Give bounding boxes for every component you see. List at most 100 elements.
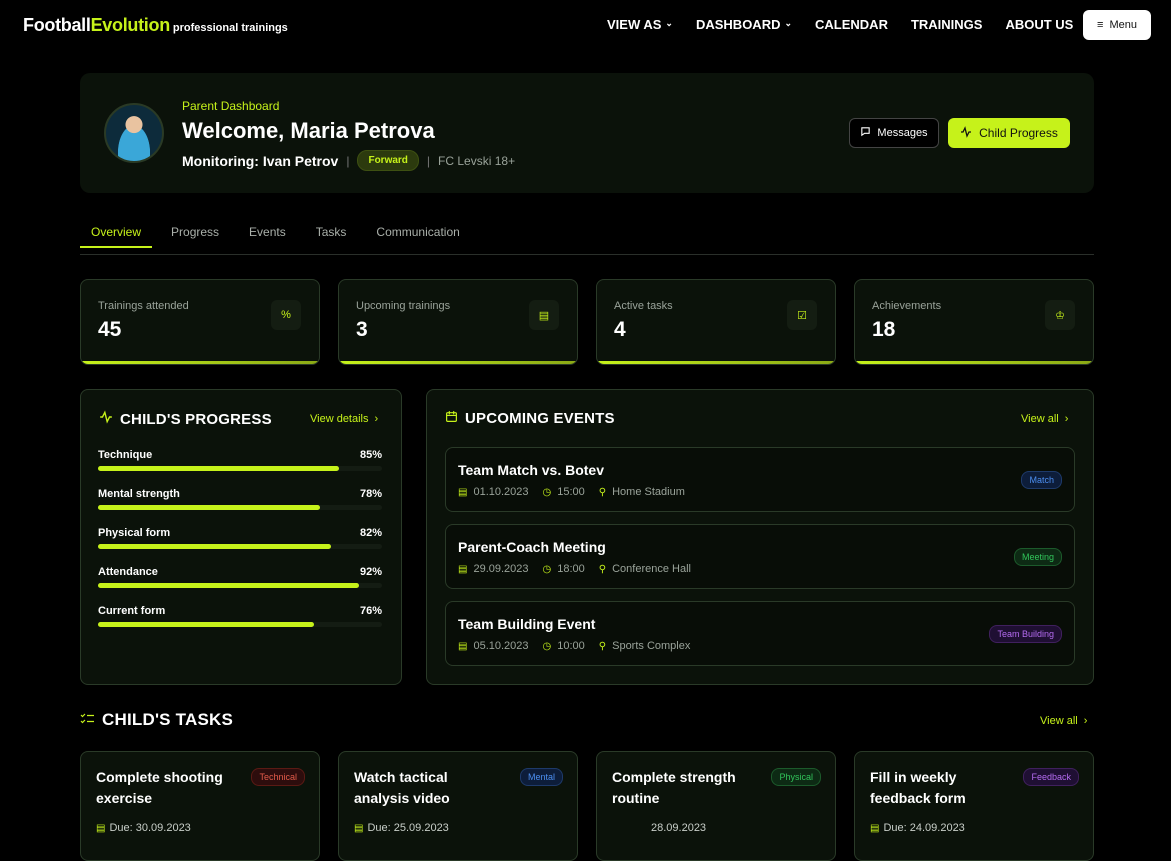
brand-logo[interactable]: FootballEvolution professional trainings (23, 15, 288, 36)
percent-icon: % (271, 300, 301, 330)
task-due: ▤ Due: 30.09.2023 (96, 822, 191, 834)
stat-achievements: Achievements 18 ♔ (854, 279, 1094, 365)
chevron-down-icon: ⌄ (665, 18, 673, 28)
nav-dashboard[interactable]: DASHBOARD ⌄ (696, 17, 792, 32)
stat-active-tasks: Active tasks 4 ☑ (596, 279, 836, 365)
messages-button[interactable]: Messages (849, 118, 939, 148)
tab-progress[interactable]: Progress (160, 214, 230, 248)
events-title-label: UPCOMING EVENTS (465, 410, 615, 427)
event-card[interactable]: Parent-Coach Meeting ▤ 29.09.2023 ◷ 18:00 … (445, 524, 1075, 589)
clock-icon: ◷ (542, 486, 552, 498)
task-category-badge: Feedback (1023, 768, 1079, 786)
tab-communication[interactable]: Communication (365, 214, 470, 248)
task-category-badge: Technical (251, 768, 305, 786)
skill-name: Attendance (98, 566, 158, 578)
progress-track (98, 544, 382, 549)
progress-fill (98, 466, 340, 471)
main-nav: VIEW AS ⌄ DASHBOARD ⌄ CALENDAR TRAININGS A… (607, 17, 1096, 32)
position-badge: Forward (357, 150, 419, 171)
stat-value: 18 (872, 318, 896, 341)
event-title: Team Match vs. Botev (458, 462, 605, 478)
skill-name: Current form (98, 605, 166, 617)
monitoring-label: Monitoring: Ivan Petrov (182, 152, 339, 169)
task-due: ▤ Due: 25.09.2023 (354, 822, 449, 834)
chevron-right-icon: › (374, 413, 379, 425)
checkbox-icon: ☑ (787, 300, 817, 330)
stat-label: Achievements (872, 300, 942, 312)
progress-track (98, 583, 382, 588)
divider: | (426, 153, 431, 168)
tab-events[interactable]: Events (238, 214, 297, 248)
calendar-icon (445, 410, 458, 427)
tasks-view-all-link[interactable]: View all › (1040, 715, 1087, 727)
task-card[interactable]: Watch tactical analysis video Mental ▤ Du… (338, 751, 578, 861)
task-card[interactable]: Fill in weekly feedback form Feedback ▤ D… (854, 751, 1094, 861)
event-date: 05.10.2023 (473, 640, 529, 652)
event-card[interactable]: Team Match vs. Botev ▤ 01.10.2023 ◷ 15:00 … (445, 447, 1075, 512)
tasks-title-label: CHILD'S TASKS (102, 710, 233, 729)
chevron-right-icon: › (1064, 413, 1069, 425)
nav-view-as[interactable]: VIEW AS ⌄ (607, 17, 673, 32)
child-progress-panel: CHILD'S PROGRESS View details › Technique… (80, 389, 402, 685)
task-card[interactable]: Complete shooting exercise Technical ▤ Du… (80, 751, 320, 861)
view-all-label: View all (1040, 715, 1078, 727)
task-title: Watch tactical analysis video (354, 769, 450, 806)
tasks-title: CHILD'S TASKS (80, 710, 233, 730)
task-due: ▤ Due: 24.09.2023 (870, 822, 965, 834)
event-meta: ▤ 01.10.2023 ◷ 15:00 ⚲ Home Stadium (458, 486, 685, 498)
event-time: 18:00 (557, 563, 585, 575)
nav-label: VIEW AS (607, 17, 662, 32)
task-title: Complete strength routine (612, 769, 736, 806)
dashboard-subtitle: Parent Dashboard (182, 99, 280, 113)
brand-tagline: professional trainings (172, 22, 288, 34)
skill-physical-form: Physical form 82% (98, 527, 382, 549)
task-due-date: 28.09.2023 (651, 822, 707, 834)
view-all-label: View all (1021, 413, 1059, 425)
messages-label: Messages (877, 127, 928, 139)
skill-percent: 85% (359, 449, 382, 461)
task-due: 28.09.2023 (651, 822, 706, 834)
progress-track (98, 466, 382, 471)
clock-icon: ◷ (542, 563, 552, 575)
skill-percent: 92% (359, 566, 382, 578)
activity-icon (960, 125, 972, 141)
event-time: 10:00 (557, 640, 585, 652)
skill-current-form: Current form 76% (98, 605, 382, 627)
calendar-icon: ▤ (458, 563, 468, 575)
view-details-link[interactable]: View details › (310, 413, 378, 425)
dashboard-tabs: Overview Progress Events Tasks Communica… (80, 214, 1094, 255)
stat-upcoming-trainings: Upcoming trainings 3 ▤ (338, 279, 578, 365)
task-due-date: Due: 24.09.2023 (883, 822, 965, 834)
brand-part1: Football (23, 15, 91, 35)
progress-fill (98, 583, 360, 588)
nav-about-us[interactable]: ABOUT US (1005, 17, 1073, 32)
child-progress-label: Child Progress (979, 126, 1058, 140)
stat-value: 3 (356, 318, 368, 341)
events-view-all-link[interactable]: View all › (1021, 413, 1068, 425)
calendar-icon: ▤ (458, 640, 468, 652)
task-card[interactable]: Complete strength routine Physical 28.09… (596, 751, 836, 861)
skill-percent: 78% (359, 488, 382, 500)
task-title: Fill in weekly feedback form (870, 769, 966, 806)
task-due-date: Due: 25.09.2023 (367, 822, 449, 834)
event-card[interactable]: Team Building Event ▤ 05.10.2023 ◷ 10:00 ⚲… (445, 601, 1075, 666)
progress-fill (98, 544, 331, 549)
nav-label: DASHBOARD (695, 17, 781, 32)
clock-icon: ◷ (542, 640, 552, 652)
tab-tasks[interactable]: Tasks (305, 214, 358, 248)
calendar-icon: ▤ (96, 822, 106, 834)
nav-trainings[interactable]: TRAININGS (911, 17, 983, 32)
club-name: FC Levski 18+ (438, 153, 516, 168)
nav-calendar[interactable]: CALENDAR (815, 17, 888, 32)
task-category-badge: Mental (519, 768, 563, 786)
welcome-header: Parent Dashboard Welcome, Maria Petrova … (80, 73, 1094, 193)
event-place: Sports Complex (612, 640, 691, 652)
message-icon (860, 126, 871, 140)
location-pin-icon: ⚲ (598, 640, 607, 652)
tab-overview[interactable]: Overview (80, 214, 153, 248)
child-progress-button[interactable]: Child Progress (948, 118, 1070, 148)
hamburger-icon: ≡ (1097, 19, 1104, 31)
nav-label: TRAININGS (910, 17, 983, 32)
event-meta: ▤ 05.10.2023 ◷ 10:00 ⚲ Sports Complex (458, 640, 690, 652)
menu-button[interactable]: ≡ Menu (1083, 10, 1151, 40)
